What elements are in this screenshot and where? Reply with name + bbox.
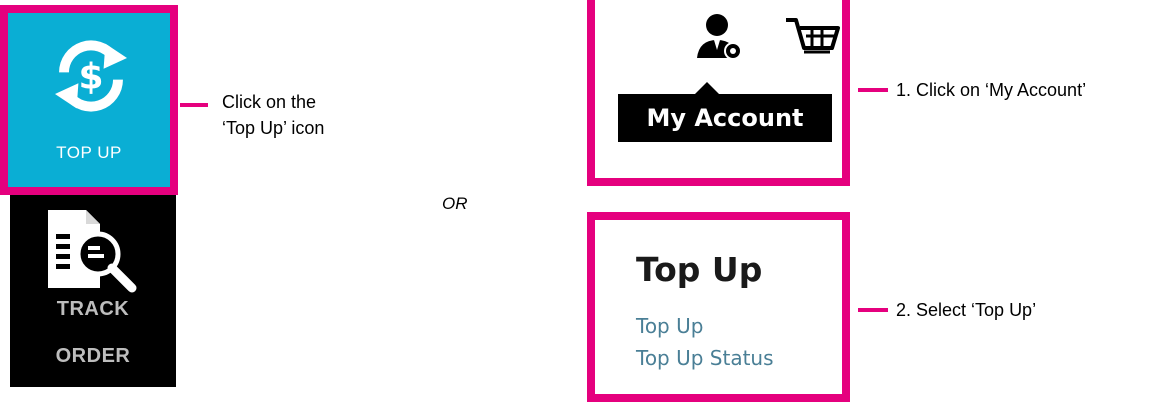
user-icon[interactable] bbox=[695, 10, 743, 62]
callout-step1: 1. Click on ‘My Account’ bbox=[896, 80, 1087, 100]
callout-step2: 2. Select ‘Top Up’ bbox=[896, 300, 1037, 320]
or-separator: OR bbox=[442, 194, 468, 213]
callout-connector bbox=[180, 103, 208, 107]
my-account-tooltip[interactable]: My Account bbox=[618, 94, 832, 142]
callout-topup-line1: Click on the bbox=[222, 92, 317, 112]
top-up-label: TOP UP bbox=[56, 143, 122, 162]
menu-title: Top Up bbox=[636, 250, 763, 289]
svg-text:$: $ bbox=[78, 57, 103, 98]
currency-refresh-icon: $ bbox=[55, 40, 127, 112]
track-order-label-line2: ORDER bbox=[55, 345, 131, 367]
cart-icon[interactable] bbox=[784, 16, 842, 62]
menu-link-top-up-status[interactable]: Top Up Status bbox=[636, 346, 774, 370]
top-up-tile[interactable]: $ TOP UP bbox=[0, 5, 178, 195]
callout-topup-line2: ‘Top Up’ icon bbox=[222, 118, 325, 138]
top-up-menu-highlight-box bbox=[587, 212, 850, 402]
callout-connector bbox=[858, 308, 888, 312]
callout-connector bbox=[858, 88, 888, 92]
menu-link-top-up[interactable]: Top Up bbox=[636, 314, 703, 338]
document-search-icon bbox=[48, 210, 137, 293]
track-order-label-line1: TRACK bbox=[56, 298, 130, 320]
